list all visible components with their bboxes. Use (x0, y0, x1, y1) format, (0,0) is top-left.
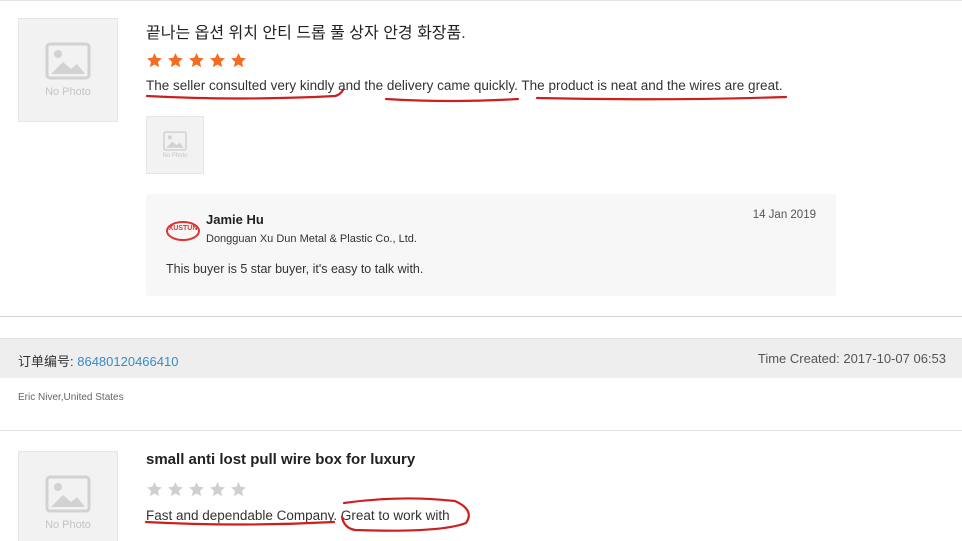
order-time-created: Time Created: 2017-10-07 06:53 (757, 351, 946, 366)
star-icon (168, 53, 183, 68)
section-divider (0, 316, 962, 317)
image-placeholder-icon (45, 42, 91, 80)
star-icon (168, 482, 183, 497)
product-title[interactable]: small anti lost pull wire box for luxury (146, 451, 415, 468)
buyer-info: Eric Niver,United States (18, 392, 124, 403)
star-icon (231, 53, 246, 68)
review-text-part: Great to work with (340, 508, 450, 523)
no-photo-label: No Photo (45, 519, 91, 531)
seller-reply: XUSTUN Jamie Hu Dongguan Xu Dun Metal & … (146, 194, 836, 296)
star-icon (189, 53, 204, 68)
star-icon (231, 482, 246, 497)
review-text: The seller consulted very kindly and the… (146, 78, 783, 93)
seller-logo: XUSTUN (166, 221, 200, 241)
image-placeholder-icon (45, 475, 91, 513)
rating-stars (146, 481, 247, 498)
product-thumbnail[interactable]: No Photo (18, 451, 118, 541)
reply-text: This buyer is 5 star buyer, it's easy to… (166, 262, 424, 276)
product-title[interactable]: 끝나는 옵션 위치 안티 드롭 풀 상자 안경 화장품. (146, 19, 466, 43)
star-icon (189, 482, 204, 497)
order-id: 订单编号: 86480120466410 (18, 351, 178, 370)
order-number-link[interactable]: 86480120466410 (77, 354, 178, 369)
section-divider (0, 430, 962, 431)
order-id-label: 订单编号: (18, 354, 78, 369)
star-icon (147, 482, 162, 497)
star-icon (147, 53, 162, 68)
star-icon (210, 482, 225, 497)
star-icon (210, 53, 225, 68)
order-header: 订单编号: 86480120466410 Time Created: 2017-… (0, 338, 962, 378)
seller-company: Dongguan Xu Dun Metal & Plastic Co., Ltd… (206, 233, 417, 245)
top-divider (0, 0, 962, 1)
image-placeholder-icon (163, 131, 187, 151)
annotation-underline (384, 97, 520, 103)
no-photo-label: No Photo (45, 86, 91, 98)
seller-name: Jamie Hu (206, 212, 264, 227)
product-thumbnail[interactable]: No Photo (18, 18, 118, 122)
rating-stars (146, 52, 247, 69)
review-text-part: Fast and dependable Company. (146, 508, 338, 523)
reply-date: 14 Jan 2019 (752, 209, 816, 221)
review-attachment-thumbnail[interactable]: No Photo (146, 116, 204, 174)
no-photo-label: No Photo (162, 153, 188, 159)
annotation-underline (535, 95, 788, 101)
seller-logo-text: XUSTUN (169, 225, 198, 232)
review-text: Fast and dependable Company. Great to wo… (146, 508, 450, 523)
